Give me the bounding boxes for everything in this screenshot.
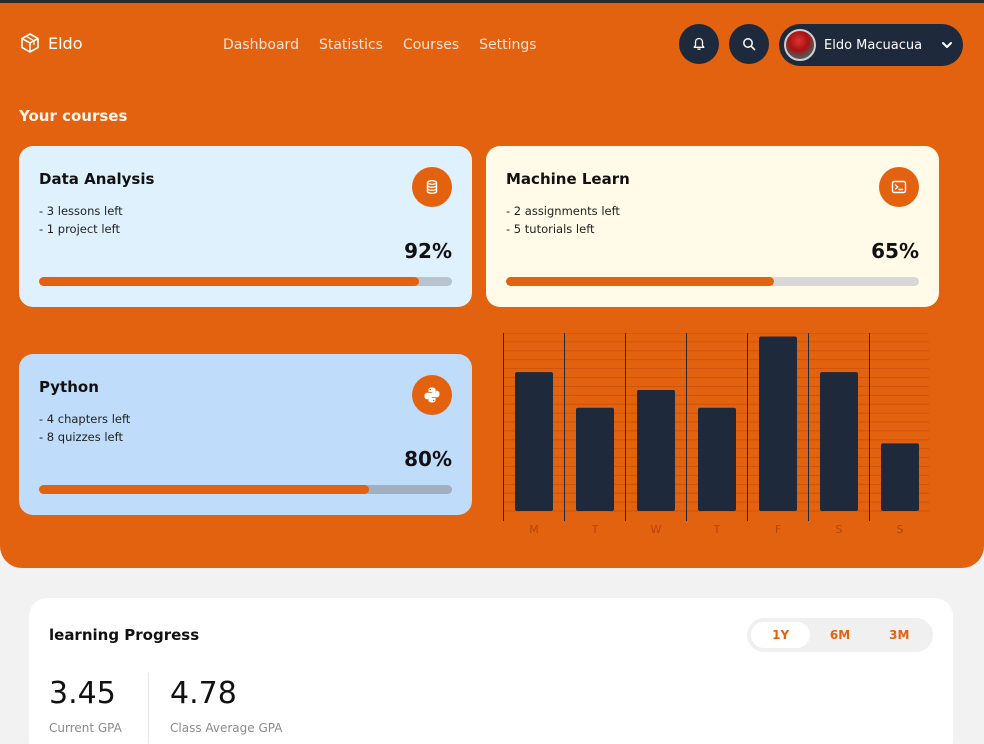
terminal-icon	[891, 180, 907, 194]
chart-bar	[576, 407, 614, 511]
x-tick-label: M	[529, 523, 539, 536]
course-progress-bar	[39, 277, 452, 286]
hero-panel: Eldo Dashboard Statistics Courses Settin…	[0, 3, 984, 568]
current-gpa-value: 3.45	[49, 676, 116, 711]
chart-bar	[881, 443, 919, 511]
course-detail-line: - 2 assignments left	[506, 204, 620, 218]
current-gpa: 3.45 Current GPA	[49, 676, 122, 735]
section-title: Your courses	[19, 107, 128, 125]
course-details: - 4 chapters left - 8 quizzes left	[39, 410, 452, 446]
progress-fill	[39, 277, 419, 286]
chart-bar	[698, 407, 736, 511]
user-menu[interactable]: Eldo Macuacua	[779, 24, 963, 66]
divider	[148, 673, 149, 743]
weekly-bar-chart: MTWTFSS	[503, 333, 929, 536]
course-details: - 3 lessons left - 1 project left	[39, 202, 452, 238]
course-detail-line: - 1 project left	[39, 222, 120, 236]
course-icon-button[interactable]	[879, 167, 919, 207]
course-progress-bar	[506, 277, 919, 286]
class-average-gpa: 4.78 Class Average GPA	[170, 676, 282, 735]
course-icon-button[interactable]	[412, 167, 452, 207]
course-progress-bar	[39, 485, 452, 494]
user-name: Eldo Macuacua	[824, 37, 923, 53]
chart-bar	[759, 336, 797, 511]
panel-title: learning Progress	[49, 626, 200, 644]
chevron-down-icon	[942, 42, 952, 48]
course-detail-line: - 8 quizzes left	[39, 430, 123, 444]
range-selector: 1Y 6M 3M	[747, 618, 933, 652]
range-option-6m[interactable]: 6M	[810, 622, 869, 648]
course-icon-button[interactable]	[412, 375, 452, 415]
course-percent: 80%	[404, 447, 452, 471]
course-title: Data Analysis	[39, 170, 155, 188]
course-details: - 2 assignments left - 5 tutorials left	[506, 202, 919, 238]
chart-bar	[515, 372, 553, 511]
x-tick-label: S	[897, 523, 904, 536]
range-option-1y[interactable]: 1Y	[751, 622, 811, 648]
course-card-machine-learn[interactable]: Machine Learn - 2 assignments left - 5 t…	[486, 146, 939, 307]
course-card-python[interactable]: Python - 4 chapters left - 8 quizzes lef…	[19, 354, 472, 515]
python-icon	[424, 387, 440, 403]
x-tick-label: F	[775, 523, 781, 536]
search-icon	[743, 38, 756, 51]
progress-fill	[39, 485, 370, 494]
main-nav: Dashboard Statistics Courses Settings	[223, 37, 537, 53]
chart-bar	[820, 372, 858, 511]
chart-bar	[637, 389, 675, 511]
course-detail-line: - 5 tutorials left	[506, 222, 595, 236]
progress-fill	[506, 277, 775, 286]
learning-progress-panel: learning Progress 1Y 6M 3M 3.45 Current …	[29, 598, 953, 744]
course-card-data-analysis[interactable]: Data Analysis - 3 lessons left - 1 proje…	[19, 146, 472, 307]
bell-icon	[693, 37, 705, 50]
course-title: Machine Learn	[506, 170, 630, 188]
x-tick-label: S	[836, 523, 843, 536]
course-detail-line: - 3 lessons left	[39, 204, 123, 218]
brand-name: Eldo	[48, 33, 83, 53]
range-option-3m[interactable]: 3M	[870, 622, 929, 648]
x-tick-label: W	[651, 523, 662, 536]
current-gpa-label: Current GPA	[49, 721, 122, 735]
database-icon	[426, 180, 438, 195]
course-title: Python	[39, 378, 99, 396]
cube-logo-icon	[21, 33, 39, 53]
notifications-button[interactable]	[679, 24, 719, 64]
search-button[interactable]	[729, 24, 769, 64]
nav-settings[interactable]: Settings	[479, 37, 536, 53]
nav-dashboard[interactable]: Dashboard	[223, 37, 299, 53]
class-gpa-value: 4.78	[170, 676, 237, 711]
course-percent: 92%	[404, 239, 452, 263]
x-tick-label: T	[591, 523, 599, 536]
class-gpa-label: Class Average GPA	[170, 721, 283, 735]
course-percent: 65%	[871, 239, 919, 263]
nav-courses[interactable]: Courses	[403, 37, 459, 53]
x-tick-label: T	[713, 523, 721, 536]
nav-statistics[interactable]: Statistics	[319, 37, 383, 53]
brand-logo[interactable]: Eldo	[20, 33, 83, 53]
avatar	[784, 29, 816, 61]
course-detail-line: - 4 chapters left	[39, 412, 131, 426]
